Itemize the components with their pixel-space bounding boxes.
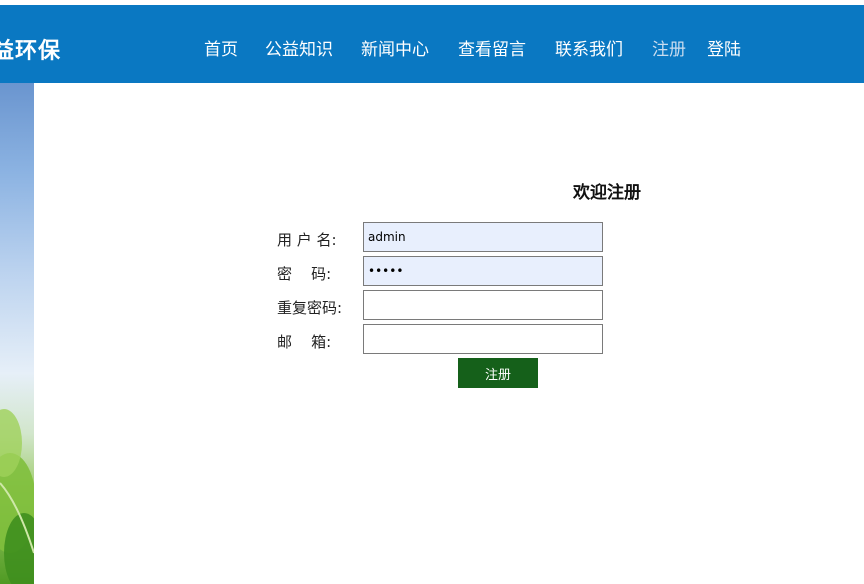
- nav-news[interactable]: 新闻中心: [361, 35, 429, 60]
- site-header: 益环保 首页 公益知识 新闻中心 查看留言 联系我们 注册 登陆: [0, 5, 864, 83]
- username-label: 用 户 名:: [277, 231, 337, 249]
- nav-login[interactable]: 登陆: [707, 35, 741, 60]
- confirm-password-input[interactable]: [363, 290, 603, 320]
- main-nav: 首页 公益知识 新闻中心 查看留言 联系我们 注册 登陆: [0, 5, 864, 83]
- nav-home[interactable]: 首页: [204, 35, 238, 60]
- confirm-password-label: 重复密码:: [277, 299, 343, 317]
- password-label: 密 码:: [277, 265, 332, 283]
- register-submit-button[interactable]: 注册: [458, 358, 538, 388]
- form-title: 欢迎注册: [573, 183, 641, 203]
- nav-contact[interactable]: 联系我们: [555, 35, 623, 60]
- email-label: 邮 箱:: [277, 333, 332, 351]
- username-input[interactable]: [363, 222, 603, 252]
- nav-knowledge[interactable]: 公益知识: [265, 35, 333, 60]
- nav-register[interactable]: 注册: [652, 35, 686, 60]
- email-input[interactable]: [363, 324, 603, 354]
- nav-messages[interactable]: 查看留言: [458, 35, 526, 60]
- side-banner-image: [0, 83, 34, 584]
- password-input[interactable]: [363, 256, 603, 286]
